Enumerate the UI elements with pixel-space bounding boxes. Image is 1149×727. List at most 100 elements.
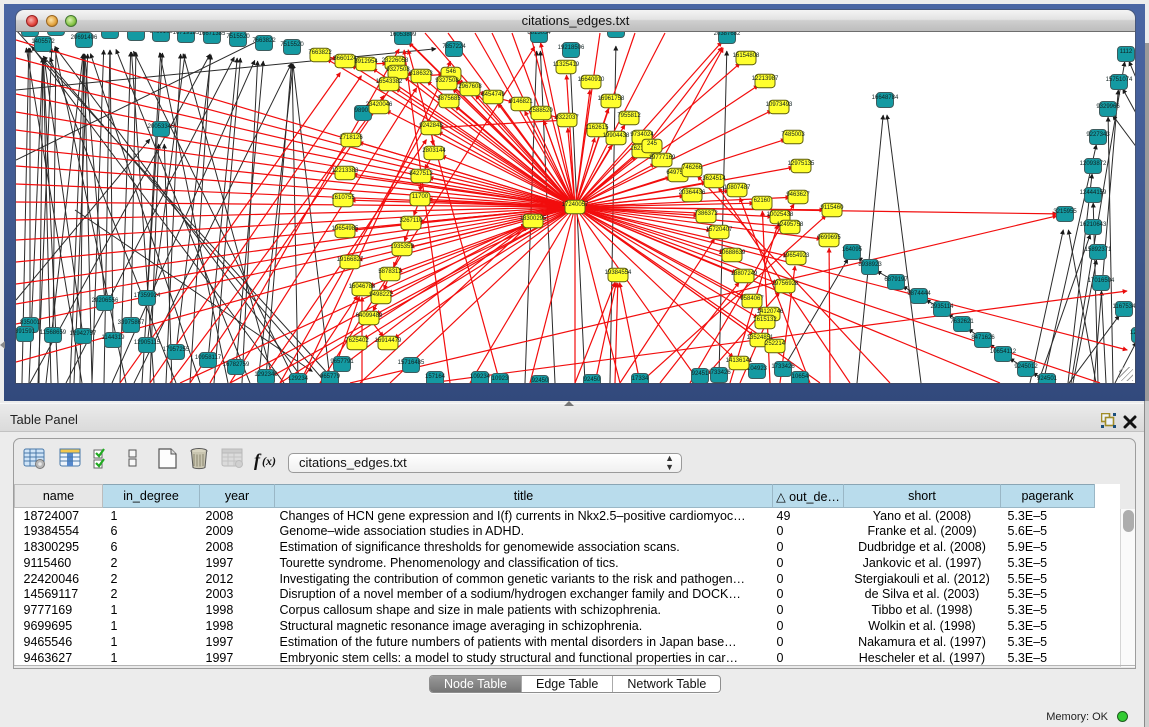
svg-text:8813054: 8813054 (527, 32, 551, 36)
svg-text:20206556: 20206556 (92, 298, 119, 304)
svg-text:9227343: 9227343 (1086, 132, 1110, 138)
svg-text:16914479: 16914479 (375, 338, 402, 344)
svg-text:11568659: 11568659 (40, 330, 67, 336)
svg-text:f: f (254, 450, 262, 470)
svg-text:1292346: 1292346 (254, 372, 278, 378)
svg-text:12213987: 12213987 (752, 76, 779, 82)
svg-text:10719185: 10719185 (173, 32, 200, 36)
svg-text:1162615: 1162615 (586, 125, 610, 131)
svg-text:11325419: 11325419 (553, 62, 580, 68)
svg-text:7857224: 7857224 (442, 44, 466, 50)
svg-text:19777169: 19777169 (649, 155, 676, 161)
svg-text:9584067: 9584067 (740, 296, 764, 302)
svg-text:19756928: 19756928 (772, 281, 799, 287)
svg-text:7955812: 7955812 (617, 113, 641, 119)
svg-text:9242848: 9242848 (419, 123, 443, 129)
svg-text:10654: 10654 (792, 374, 809, 380)
svg-text:16782759: 16782759 (223, 362, 250, 368)
svg-text:3215955: 3215955 (1053, 209, 1077, 215)
svg-text:2967608: 2967608 (458, 84, 482, 90)
svg-text:19218506: 19218506 (558, 45, 585, 51)
svg-text:109234: 109234 (470, 374, 491, 380)
svg-text:92451: 92451 (692, 371, 709, 377)
svg-text:120634: 120634 (1130, 330, 1135, 336)
svg-text:3624514: 3624514 (702, 176, 726, 182)
svg-text:15892371: 15892371 (1085, 247, 1112, 253)
svg-text:7515520: 7515520 (280, 42, 304, 48)
svg-text:9734024: 9734024 (630, 132, 654, 138)
svg-text:1733426: 1733426 (771, 364, 795, 370)
svg-text:1733426: 1733426 (707, 370, 731, 376)
svg-text:12905115: 12905115 (134, 340, 161, 346)
svg-text:20691406: 20691406 (71, 35, 98, 41)
svg-text:15720407: 15720407 (706, 227, 733, 233)
svg-text:6466160: 6466160 (149, 32, 173, 35)
svg-text:20364436: 20364436 (679, 190, 706, 196)
svg-text:16640910: 16640910 (578, 77, 605, 83)
svg-text:92450: 92450 (532, 378, 549, 383)
svg-text:7485003: 7485003 (781, 132, 805, 138)
svg-text:1405572: 1405572 (31, 39, 55, 45)
svg-text:10654112: 10654112 (990, 349, 1017, 355)
svg-text:9329966: 9329966 (1096, 104, 1120, 110)
svg-text:12495758: 12495758 (777, 222, 804, 228)
svg-text:2718126: 2718126 (339, 135, 363, 141)
svg-text:9327508: 9327508 (435, 78, 459, 84)
svg-text:104923: 104923 (747, 366, 768, 372)
svg-text:9874444: 9874444 (907, 291, 931, 297)
svg-text:12213383: 12213383 (332, 168, 359, 174)
svg-text:20053346: 20053346 (148, 124, 175, 130)
svg-text:8322037: 8322037 (555, 115, 579, 121)
svg-text:23420046: 23420046 (366, 102, 393, 108)
svg-text:1615132: 1615132 (753, 317, 777, 323)
svg-text:1167534: 1167534 (1113, 304, 1135, 310)
svg-text:1588520: 1588520 (529, 108, 553, 114)
svg-text:8427512: 8427512 (409, 171, 433, 177)
svg-text:164095: 164095 (842, 247, 863, 253)
svg-text:12975135: 12975135 (788, 161, 815, 167)
svg-text:16053809: 16053809 (390, 32, 417, 38)
svg-text:157164: 157164 (425, 374, 446, 380)
svg-text:16961758: 16961758 (598, 96, 625, 102)
svg-text:16543382: 16543382 (376, 79, 403, 85)
svg-text:12444159: 12444159 (1080, 190, 1107, 196)
svg-text:9699695: 9699695 (817, 235, 841, 241)
svg-text:10688639: 10688639 (719, 250, 746, 256)
svg-text:9245012: 9245012 (1014, 364, 1038, 370)
svg-text:62160: 62160 (754, 198, 771, 204)
svg-text:1527602: 1527602 (124, 32, 148, 34)
svg-text:20387682: 20387682 (714, 32, 741, 37)
svg-text:16671385: 16671385 (199, 32, 226, 37)
svg-text:15716485: 15716485 (398, 360, 425, 366)
svg-text:7515520: 7515520 (226, 34, 250, 40)
svg-text:19654923: 19654923 (783, 253, 810, 259)
svg-text:8938923: 8938923 (858, 262, 882, 268)
svg-text:18807249: 18807249 (731, 271, 758, 277)
svg-text:5878312: 5878312 (378, 269, 402, 275)
svg-text:2803144: 2803144 (422, 148, 446, 154)
svg-text:245: 245 (647, 141, 658, 147)
svg-text:1610755: 1610755 (331, 195, 355, 201)
svg-text:9327508: 9327508 (386, 67, 410, 73)
svg-text:15751074: 15751074 (1106, 77, 1133, 83)
svg-text:17240057: 17240057 (562, 202, 589, 208)
svg-text:19166827: 19166827 (337, 257, 364, 263)
svg-text:17957255: 17957255 (163, 347, 190, 353)
svg-text:19654985: 19654985 (332, 226, 359, 232)
svg-text:2935114: 2935114 (931, 304, 955, 310)
svg-text:11700: 11700 (412, 194, 429, 200)
svg-text:10025438: 10025438 (767, 212, 794, 218)
svg-text:10807487: 10807487 (724, 185, 751, 191)
svg-text:924501: 924501 (1037, 376, 1058, 382)
svg-text:64099489: 64099489 (356, 313, 383, 319)
svg-text:965779: 965779 (320, 374, 341, 380)
svg-text:129234: 129234 (288, 376, 309, 382)
svg-text:7632621: 7632621 (950, 319, 974, 325)
svg-text:1112: 1112 (1120, 49, 1133, 55)
svg-text:14120746: 14120746 (757, 309, 784, 315)
svg-text:835001: 835001 (20, 320, 41, 326)
svg-text:23226058: 23226058 (382, 58, 409, 64)
svg-text:9115460: 9115460 (821, 205, 845, 211)
svg-text:9498222: 9498222 (369, 292, 393, 298)
svg-text:(x): (x) (262, 454, 276, 468)
